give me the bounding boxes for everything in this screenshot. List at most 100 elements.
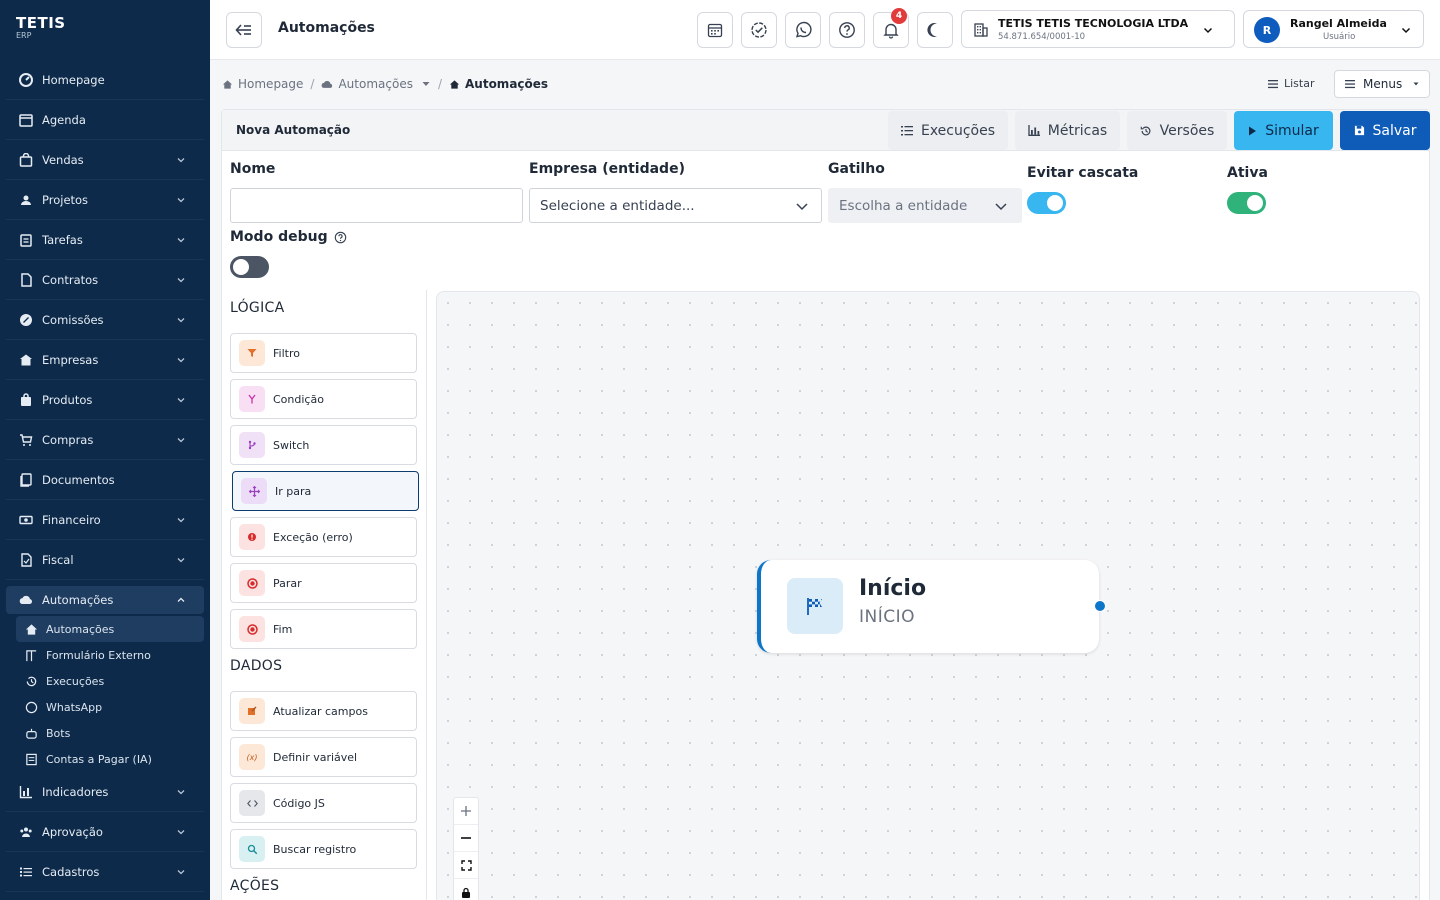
sidebar-subitem-label: Contas a Pagar (IA) [46, 752, 152, 766]
trigger-select[interactable]: Escolha a entidade [828, 188, 1022, 223]
simulate-label: Simular [1265, 122, 1319, 139]
cloud-icon [18, 592, 34, 608]
palette-item-codigo-js[interactable]: Código JS [230, 783, 417, 823]
palette-item-fim[interactable]: Fim [230, 609, 417, 649]
help-circle-icon[interactable] [334, 231, 347, 244]
versions-button[interactable]: Versões [1127, 111, 1227, 150]
sidebar-item-label: Tarefas [42, 232, 83, 247]
user-menu[interactable]: R Rangel Almeida Usuário [1243, 10, 1424, 48]
sidebar-item-label: Indicadores [42, 784, 109, 799]
palette-item-excecao[interactable]: Exceção (erro) [230, 517, 417, 557]
help-button[interactable] [829, 12, 865, 48]
palette-item-parar[interactable]: Parar [230, 563, 417, 603]
fit-view-button[interactable] [454, 852, 478, 879]
breadcrumb-section-link[interactable]: Automações [338, 77, 412, 91]
metrics-button[interactable]: Métricas [1015, 111, 1120, 150]
name-input[interactable] [230, 188, 523, 223]
sidebar-item-vendas[interactable]: Vendas [6, 140, 204, 180]
sidebar-item-fiscal[interactable]: Fiscal [6, 540, 204, 580]
chevron-up-icon [177, 597, 185, 602]
save-button[interactable]: Salvar [1340, 111, 1430, 150]
sidebar-subitem-formulario-externo[interactable]: Formulário Externo [16, 642, 204, 668]
list-view-button[interactable]: Listar [1268, 77, 1315, 90]
sidebar-subitem-bots[interactable]: Bots [16, 720, 204, 746]
lock-button[interactable] [454, 879, 478, 900]
chevron-down-icon [995, 203, 1007, 211]
sidebar-item-aprovacao[interactable]: Aprovação [6, 812, 204, 852]
company-entity-value: Selecione a entidade... [540, 198, 695, 214]
sidebar-item-produtos[interactable]: Produtos [6, 380, 204, 420]
palette-item-filtro[interactable]: Filtro [230, 333, 417, 373]
arrow-left-icon [235, 24, 251, 36]
sidebar-item-empresas[interactable]: Empresas [6, 340, 204, 380]
company-selector[interactable]: TETIS TETIS TECNOLOGIA LTDA 54.871.654/0… [961, 10, 1235, 48]
sidebar-item-automacoes[interactable]: Automações [6, 586, 204, 614]
topbar: Automações 4 TETIS TETIS TECNOLOGIA LTDA… [210, 0, 1440, 60]
error-icon [239, 524, 265, 550]
calendar-button[interactable] [697, 12, 733, 48]
menus-dropdown[interactable]: Menus [1334, 70, 1430, 98]
whatsapp-button[interactable] [785, 12, 821, 48]
palette-item-buscar-registro[interactable]: Buscar registro [230, 829, 417, 869]
palette-item-atualizar-campos[interactable]: Atualizar campos [230, 691, 417, 731]
sidebar-item-contratos[interactable]: Contratos [6, 260, 204, 300]
palette-item-label: Condição [273, 392, 324, 406]
start-node-subtitle: INÍCIO [859, 607, 916, 627]
sidebar-item-label: Automações [42, 592, 114, 607]
brand-logo[interactable]: TETIS ERP [0, 0, 210, 60]
zoom-in-button[interactable] [454, 798, 478, 825]
palette-item-label: Buscar registro [273, 842, 357, 856]
palette-item-condicao[interactable]: Condição [230, 379, 417, 419]
sidebar-subitem-whatsapp[interactable]: WhatsApp [16, 694, 204, 720]
list-check-icon [900, 125, 913, 136]
sidebar-subitem-execucoes[interactable]: Execuções [16, 668, 204, 694]
receipt-icon [18, 552, 34, 568]
sidebar-item-financeiro[interactable]: Financeiro [6, 500, 204, 540]
breadcrumb-home-link[interactable]: Homepage [238, 77, 303, 91]
chevron-down-icon [177, 517, 185, 522]
sidebar-item-agenda[interactable]: Agenda [6, 100, 204, 140]
sidebar-item-indicadores[interactable]: Indicadores [6, 772, 204, 812]
palette-item-label: Código JS [273, 796, 325, 810]
palette-item-ir-para[interactable]: Ir para [232, 471, 419, 511]
sidebar-item-label: Compras [42, 432, 94, 447]
debug-mode-toggle[interactable] [230, 256, 269, 278]
start-node-output-handle[interactable] [1094, 600, 1106, 612]
executions-button[interactable]: Execuções [888, 111, 1008, 150]
sidebar-item-projetos[interactable]: Projetos [6, 180, 204, 220]
sidebar-item-cadastros[interactable]: Cadastros [6, 852, 204, 892]
company-entity-select[interactable]: Selecione a entidade... [529, 188, 822, 223]
theme-toggle-button[interactable] [917, 12, 953, 48]
palette-item-definir-variavel[interactable]: (x) Definir variável [230, 737, 417, 777]
caret-down-icon[interactable] [421, 79, 431, 89]
toggle-knob [1247, 195, 1263, 211]
sidebar-item-compras[interactable]: Compras [6, 420, 204, 460]
sidebar-subitem-contas-a-pagar[interactable]: Contas a Pagar (IA) [16, 746, 204, 772]
tasks-button[interactable] [741, 12, 777, 48]
palette-item-switch[interactable]: Switch [230, 425, 417, 465]
lock-icon [462, 887, 470, 898]
flow-canvas[interactable]: Início INÍCIO [436, 291, 1420, 900]
node-palette: LÓGICA Filtro Condição Switch Ir para Ex… [222, 290, 427, 900]
chevron-down-icon [177, 357, 185, 362]
simulate-button[interactable]: Simular [1234, 111, 1333, 150]
avoid-cascade-toggle[interactable] [1027, 192, 1066, 214]
active-toggle[interactable] [1227, 192, 1266, 214]
money-icon [18, 512, 34, 528]
sidebar-item-homepage[interactable]: Homepage [6, 60, 204, 100]
sidebar-item-tarefas[interactable]: Tarefas [6, 220, 204, 260]
start-node[interactable]: Início INÍCIO [757, 560, 1106, 653]
sidebar-subitem-automacoes[interactable]: Automações [16, 616, 204, 642]
sidebar-toggle-button[interactable] [226, 12, 262, 48]
notifications-button[interactable]: 4 [873, 8, 909, 48]
zoom-out-button[interactable] [454, 825, 478, 852]
sidebar: TETIS ERP Homepage Agenda Vendas Projeto… [0, 0, 210, 900]
sidebar-item-label: Empresas [42, 352, 99, 367]
sidebar-item-comissoes[interactable]: Comissões [6, 300, 204, 340]
brand-sub: ERP [16, 31, 32, 40]
sidebar-item-documentos[interactable]: Documentos [6, 460, 204, 500]
sidebar-subitem-label: Execuções [46, 674, 105, 688]
building-icon [974, 23, 988, 37]
automation-editor-panel: Nova Automação Execuções Métricas Versõe… [221, 109, 1430, 900]
sidebar-item-label: Fiscal [42, 552, 74, 567]
